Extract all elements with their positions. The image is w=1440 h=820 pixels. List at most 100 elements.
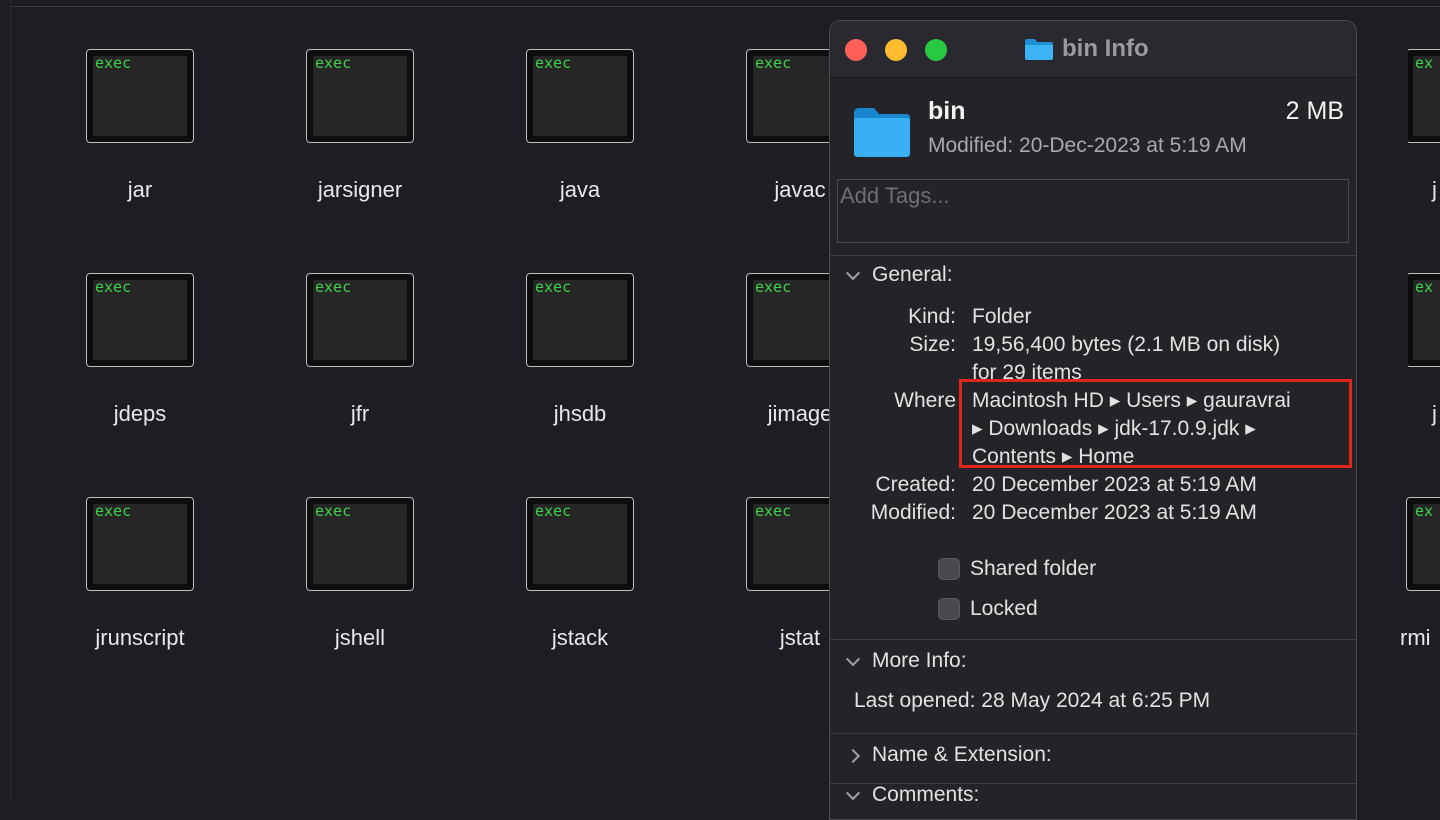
exec-file-icon: exec — [526, 273, 634, 367]
folder-icon — [1025, 39, 1053, 60]
modified-value: 20 December 2023 at 5:19 AM — [972, 501, 1257, 524]
exec-badge: ex — [1415, 278, 1434, 296]
finder-left-border — [10, 0, 11, 800]
file-name: jdeps — [113, 401, 167, 426]
created-value: 20 December 2023 at 5:19 AM — [972, 473, 1257, 496]
size-label: Size: — [909, 333, 956, 356]
file-name: jshell — [334, 625, 386, 650]
get-info-window: bin Info bin 2 MB Modified: 20-Dec-2023 … — [829, 20, 1357, 820]
separator — [830, 733, 1356, 734]
file-name: jar — [127, 177, 153, 202]
exec-badge: exec — [755, 278, 792, 296]
locked-checkbox[interactable] — [938, 598, 960, 620]
chevron-down-icon — [848, 789, 860, 801]
file-item[interactable]: exec jrunscript — [50, 497, 230, 697]
item-name: bin — [928, 97, 966, 125]
exec-badge: exec — [95, 278, 132, 296]
exec-file-icon: exec — [306, 273, 414, 367]
general-section-toggle[interactable]: General: — [848, 263, 953, 287]
section-heading: Comments: — [872, 783, 980, 806]
section-heading: More Info: — [872, 649, 967, 672]
exec-badge: exec — [95, 54, 132, 72]
exec-file-icon: ex — [1408, 49, 1440, 143]
file-item[interactable]: exec jfr — [270, 273, 450, 473]
exec-file-icon: exec — [306, 497, 414, 591]
exec-badge: ex — [1415, 502, 1434, 520]
where-highlight-box — [959, 379, 1352, 468]
name-extension-section-toggle[interactable]: Name & Extension: — [848, 743, 1052, 767]
file-name: jrunscript — [95, 625, 185, 650]
section-heading: Name & Extension: — [872, 743, 1052, 766]
exec-file-icon: exec — [526, 49, 634, 143]
shared-folder-option[interactable]: Shared folder — [938, 557, 1096, 581]
shared-folder-checkbox[interactable] — [938, 558, 960, 580]
exec-badge: exec — [535, 502, 572, 520]
more-info-section-toggle[interactable]: More Info: — [848, 649, 967, 673]
chevron-down-icon — [848, 655, 860, 667]
separator — [830, 255, 1356, 256]
finder-top-border — [10, 0, 1440, 7]
exec-badge: exec — [535, 278, 572, 296]
exec-file-icon: ex — [1406, 497, 1440, 591]
window-title: bin Info — [1062, 35, 1149, 62]
file-item[interactable]: ex rmi — [1400, 497, 1440, 697]
exec-file-icon: exec — [526, 497, 634, 591]
chevron-down-icon — [848, 269, 860, 281]
window-title-group: bin Info — [1024, 33, 1149, 65]
tags-field[interactable]: Add Tags... — [837, 179, 1349, 243]
where-label: Where — [894, 389, 956, 412]
exec-badge: exec — [95, 502, 132, 520]
exec-file-icon: exec — [86, 273, 194, 367]
exec-file-icon: exec — [86, 49, 194, 143]
file-name: j — [1432, 401, 1437, 426]
kind-value: Folder — [972, 305, 1032, 328]
locked-option[interactable]: Locked — [938, 597, 1038, 621]
exec-badge: exec — [535, 54, 572, 72]
size-value-line1: 19,56,400 bytes (2.1 MB on disk) — [972, 333, 1281, 356]
folder-icon — [854, 108, 910, 157]
file-item[interactable]: ex j — [1408, 49, 1440, 249]
exec-badge: exec — [315, 502, 352, 520]
file-name: jhsdb — [553, 401, 607, 426]
file-name: j — [1432, 177, 1437, 202]
exec-badge: exec — [755, 54, 792, 72]
exec-badge: ex — [1415, 54, 1434, 72]
file-item[interactable]: exec jshell — [270, 497, 450, 697]
section-heading: General: — [872, 263, 953, 286]
file-name: jarsigner — [317, 177, 403, 202]
item-size: 2 MB — [1285, 97, 1344, 125]
kind-label: Kind: — [908, 305, 956, 328]
locked-label: Locked — [970, 597, 1038, 620]
zoom-button[interactable] — [925, 39, 947, 61]
exec-badge: exec — [315, 54, 352, 72]
file-item[interactable]: exec jar — [50, 49, 230, 249]
file-item[interactable]: exec jhsdb — [490, 273, 670, 473]
exec-file-icon: ex — [1408, 273, 1440, 367]
file-item[interactable]: exec jarsigner — [270, 49, 450, 249]
item-modified: Modified: 20-Dec-2023 at 5:19 AM — [928, 134, 1247, 157]
file-name: java — [559, 177, 601, 202]
file-item[interactable]: exec jstack — [490, 497, 670, 697]
file-name: jfr — [350, 401, 370, 426]
separator — [830, 639, 1356, 640]
chevron-right-icon — [848, 749, 860, 761]
comments-section-toggle[interactable]: Comments: — [848, 783, 979, 807]
created-label: Created: — [875, 473, 956, 496]
file-item[interactable]: exec jdeps — [50, 273, 230, 473]
exec-file-icon: exec — [86, 497, 194, 591]
title-bar[interactable]: bin Info — [830, 21, 1356, 78]
file-name: rmi — [1400, 625, 1431, 650]
exec-file-icon: exec — [306, 49, 414, 143]
shared-folder-label: Shared folder — [970, 557, 1097, 580]
file-item[interactable]: exec java — [490, 49, 670, 249]
last-opened-value: 28 May 2024 at 6:25 PM — [981, 689, 1211, 712]
last-opened-row: Last opened: 28 May 2024 at 6:25 PM — [854, 689, 1210, 713]
modified-label: Modified: — [870, 501, 956, 524]
last-opened-label: Last opened: — [854, 689, 976, 712]
exec-badge: exec — [755, 502, 792, 520]
exec-badge: exec — [315, 278, 352, 296]
file-item[interactable]: ex j — [1408, 273, 1440, 473]
close-button[interactable] — [845, 39, 867, 61]
file-name: jstack — [551, 625, 609, 650]
minimize-button[interactable] — [885, 39, 907, 61]
